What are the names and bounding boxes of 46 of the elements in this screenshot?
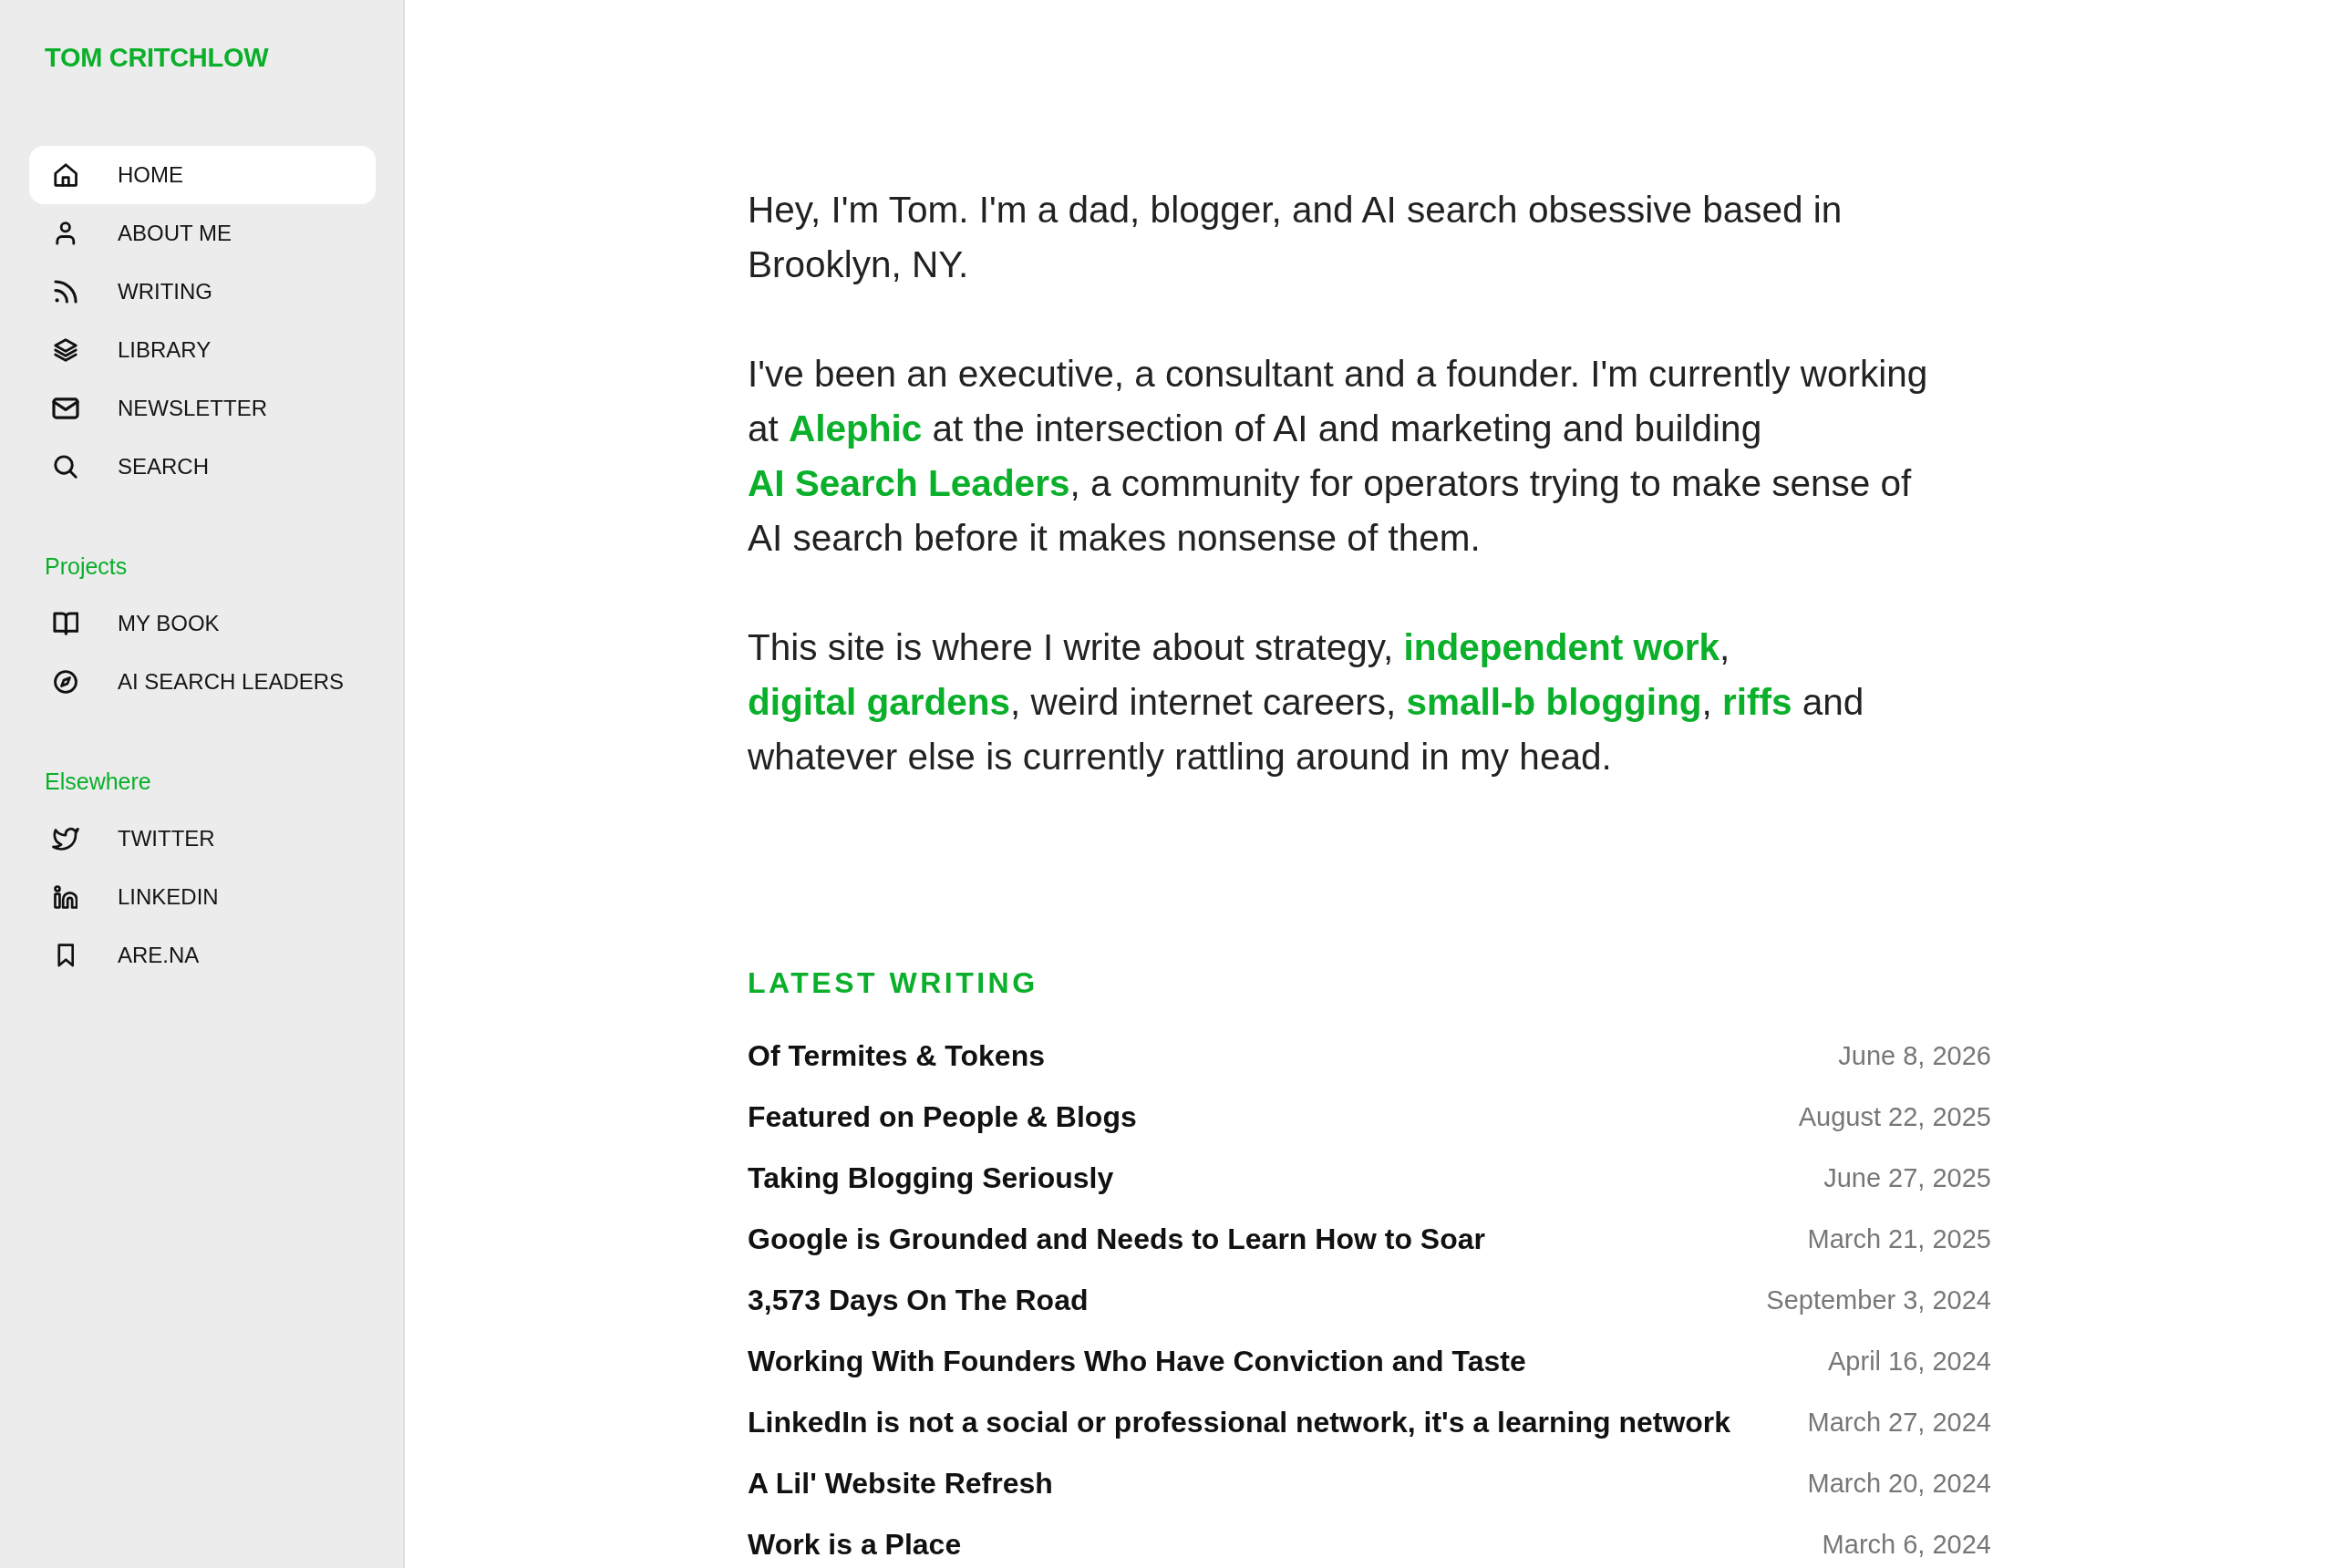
post-date: June 27, 2025 bbox=[1823, 1161, 1991, 1194]
intro-paragraph: Hey, I'm Tom. I'm a dad, blogger, and AI search obsessive based in Brooklyn, NY. bbox=[748, 188, 1843, 287]
post-title-link[interactable]: A Lil' Website Refresh bbox=[748, 1466, 1053, 1500]
search-icon bbox=[54, 455, 77, 479]
post-date: March 20, 2024 bbox=[1807, 1467, 1991, 1500]
post-date: June 8, 2026 bbox=[1838, 1039, 1991, 1072]
mail-icon bbox=[52, 397, 79, 420]
bookmark-icon bbox=[57, 944, 75, 967]
home-icon bbox=[53, 163, 78, 187]
post-title-link[interactable]: Taking Blogging Seriously bbox=[748, 1161, 1114, 1194]
section-heading: Projects bbox=[45, 552, 128, 580]
post-title-link[interactable]: Work is a Place bbox=[748, 1527, 962, 1561]
post-title-link[interactable]: Google is Grounded and Needs to Learn How to Soar bbox=[748, 1222, 1485, 1255]
post-date: March 6, 2024 bbox=[1822, 1528, 1991, 1561]
bird-icon bbox=[52, 827, 79, 851]
nav-item[interactable]: SEARCH bbox=[29, 438, 376, 496]
nav-item[interactable]: AI SEARCH LEADERS bbox=[29, 653, 376, 711]
nav-item[interactable]: WRITING bbox=[29, 263, 376, 321]
nav-item[interactable]: ARE.NA bbox=[29, 926, 376, 985]
post-title-link[interactable]: Of Termites & Tokens bbox=[748, 1038, 1045, 1072]
post-title-link[interactable]: LinkedIn is not a social or professional network, it's a learning network bbox=[748, 1405, 1731, 1439]
nav-item[interactable]: LIBRARY bbox=[29, 321, 376, 379]
post-date: August 22, 2025 bbox=[1798, 1100, 1991, 1133]
intro-paragraph: I've been an executive, a consultant and a founder. I'm currently working at Alephic at the intersection of AI and marketing and building AI Search Leaders, a community for operators trying to make sense of AI search before it makes nonsense of them. bbox=[748, 352, 1929, 561]
post-title-link[interactable]: 3,573 Days On The Road bbox=[748, 1283, 1089, 1316]
nav-item[interactable]: TWITTER bbox=[29, 810, 376, 868]
nav-item[interactable]: ABOUT ME bbox=[29, 204, 376, 263]
post-date: September 3, 2024 bbox=[1766, 1284, 1991, 1316]
layers-icon bbox=[54, 338, 77, 362]
linkedin-icon bbox=[53, 885, 78, 909]
post-date: March 27, 2024 bbox=[1807, 1406, 1991, 1439]
nav-item[interactable]: HOME bbox=[29, 146, 376, 204]
book-icon bbox=[52, 612, 79, 635]
nav-item[interactable]: NEWSLETTER bbox=[29, 379, 376, 438]
post-title-link[interactable]: Working With Founders Who Have Conviction and Taste bbox=[748, 1344, 1526, 1377]
post-date: March 21, 2025 bbox=[1807, 1222, 1991, 1255]
nav-item[interactable]: MY BOOK bbox=[29, 594, 376, 653]
post-date: April 16, 2024 bbox=[1828, 1345, 1991, 1377]
post-title-link[interactable]: Featured on People & Blogs bbox=[748, 1099, 1137, 1133]
compass-icon bbox=[54, 670, 77, 694]
person-icon bbox=[56, 222, 76, 245]
intro-paragraph: This site is where I write about strategy, independent work, digital gardens, weird internet careers, small-b blogging, riffs and whatever else is currently rattling around in my head. bbox=[748, 625, 1865, 779]
rss-icon bbox=[54, 280, 77, 304]
section-heading: Elsewhere bbox=[45, 768, 151, 795]
nav-item[interactable]: LINKEDIN bbox=[29, 868, 376, 926]
section-heading: LATEST WRITING bbox=[748, 966, 1039, 999]
